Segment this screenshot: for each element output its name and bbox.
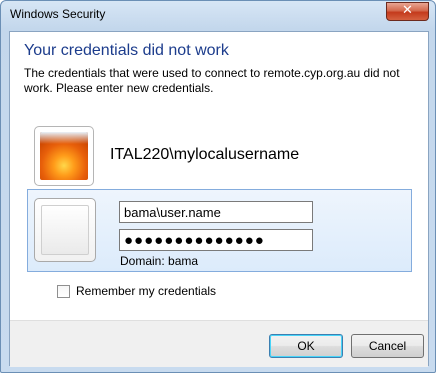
saved-user-name[interactable]: ITAL220\mylocalusername bbox=[110, 146, 299, 164]
dialog-content: Your credentials did not work The creden… bbox=[9, 31, 429, 367]
saved-user-tile[interactable] bbox=[34, 126, 94, 186]
remember-checkbox[interactable] bbox=[57, 285, 70, 298]
cancel-button[interactable]: Cancel bbox=[351, 334, 424, 358]
close-icon: ✕ bbox=[402, 3, 413, 18]
button-bar: OK Cancel bbox=[10, 320, 428, 367]
username-input[interactable]: bama\user.name bbox=[119, 201, 313, 223]
password-input[interactable]: ●●●●●●●●●●●●●● bbox=[119, 229, 313, 251]
dialog-description: The credentials that were used to connec… bbox=[24, 66, 400, 95]
blank-avatar-tile bbox=[34, 198, 96, 262]
security-dialog-window: Windows Security ✕ Your credentials did … bbox=[0, 0, 436, 373]
window-title: Windows Security bbox=[10, 7, 106, 21]
blank-avatar-icon bbox=[41, 205, 89, 255]
title-bar[interactable]: Windows Security ✕ bbox=[1, 1, 435, 29]
ok-button[interactable]: OK bbox=[269, 334, 343, 358]
domain-line: Domain: bama bbox=[120, 254, 198, 268]
credential-entry-panel[interactable]: bama\user.name ●●●●●●●●●●●●●● Domain: ba… bbox=[27, 189, 412, 272]
domain-label: Domain: bbox=[120, 254, 165, 268]
dialog-heading: Your credentials did not work bbox=[24, 42, 229, 59]
flower-avatar-icon bbox=[40, 132, 88, 180]
remember-label[interactable]: Remember my credentials bbox=[76, 284, 216, 298]
domain-value: bama bbox=[168, 254, 199, 268]
close-button[interactable]: ✕ bbox=[386, 2, 429, 21]
